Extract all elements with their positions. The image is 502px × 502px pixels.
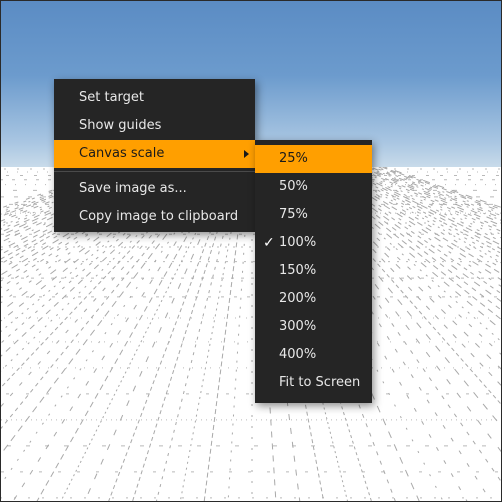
- scale-option-label: 75%: [279, 207, 308, 222]
- scale-option-label: Fit to Screen: [279, 375, 361, 390]
- scale-option-label: 400%: [279, 347, 317, 362]
- chevron-right-icon: [244, 150, 249, 158]
- scale-option-label: 200%: [279, 291, 317, 306]
- scale-option-label: 100%: [279, 235, 317, 250]
- scale-option-label: 150%: [279, 263, 317, 278]
- scale-option-label: 25%: [279, 151, 308, 166]
- menu-item-label: Save image as...: [79, 181, 187, 196]
- menu-item-label: Set target: [79, 90, 145, 105]
- menu-item-label: Copy image to clipboard: [79, 209, 239, 224]
- context-menu: Set target Show guides Canvas scale Save…: [54, 79, 255, 232]
- scale-option-100[interactable]: ✓ 100%: [255, 229, 372, 257]
- scale-option-label: 50%: [279, 179, 308, 194]
- scale-option-150[interactable]: 150%: [255, 257, 372, 285]
- canvas-scale-submenu: 25% 50% 75% ✓ 100% 150% 200% 300% 400% F…: [255, 140, 372, 403]
- menu-item-show-guides[interactable]: Show guides: [54, 112, 255, 140]
- menu-item-canvas-scale[interactable]: Canvas scale: [54, 140, 255, 168]
- scale-option-75[interactable]: 75%: [255, 201, 372, 229]
- menu-item-save-image[interactable]: Save image as...: [54, 175, 255, 203]
- 3d-viewport[interactable]: Set target Show guides Canvas scale Save…: [0, 0, 502, 502]
- scale-option-50[interactable]: 50%: [255, 173, 372, 201]
- scale-option-400[interactable]: 400%: [255, 341, 372, 369]
- menu-item-label: Canvas scale: [79, 146, 165, 161]
- scale-option-200[interactable]: 200%: [255, 285, 372, 313]
- scale-option-300[interactable]: 300%: [255, 313, 372, 341]
- menu-item-label: Show guides: [79, 118, 162, 133]
- menu-item-copy-image[interactable]: Copy image to clipboard: [54, 203, 255, 231]
- scale-option-label: 300%: [279, 319, 317, 334]
- checkmark-icon: ✓: [263, 235, 275, 251]
- scale-option-25[interactable]: 25%: [255, 145, 372, 173]
- menu-item-set-target[interactable]: Set target: [54, 84, 255, 112]
- menu-separator: [54, 171, 255, 172]
- scale-option-fit-to-screen[interactable]: Fit to Screen: [255, 369, 372, 397]
